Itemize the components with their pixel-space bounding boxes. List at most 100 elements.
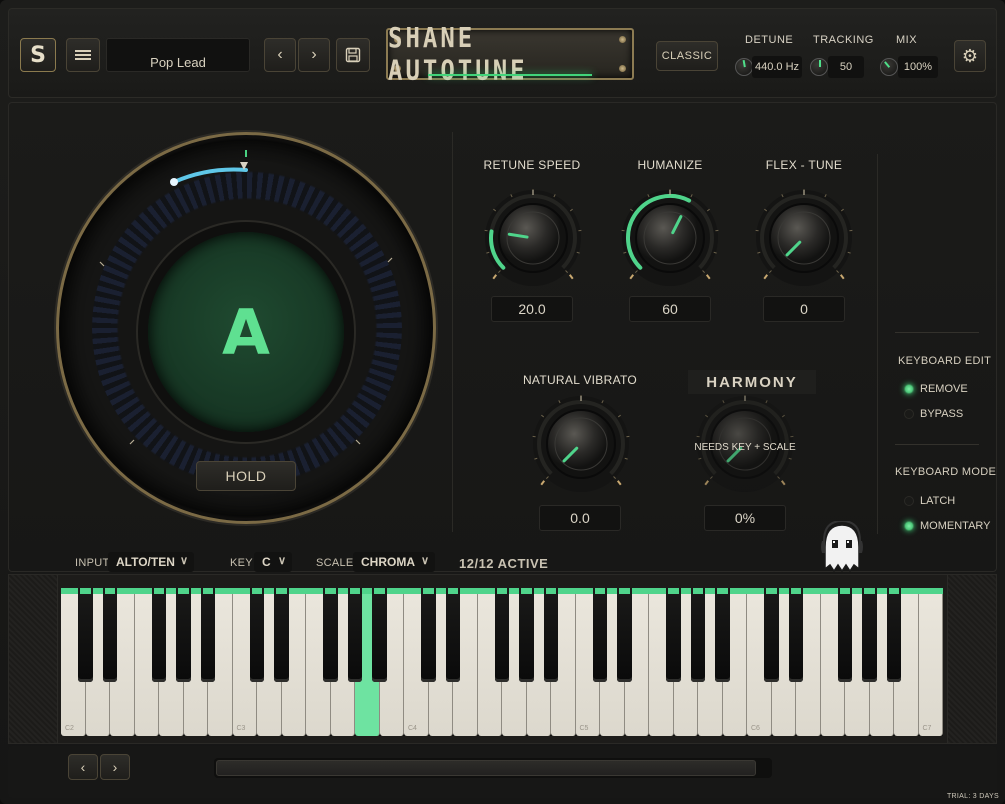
chevron-left-icon: ‹	[277, 46, 283, 63]
piano-black-key[interactable]	[543, 588, 559, 682]
radio-bypass[interactable]	[904, 409, 914, 419]
key-value: C	[262, 555, 271, 569]
mix-value[interactable]: 100%	[898, 56, 938, 78]
piano-black-key[interactable]	[445, 588, 461, 682]
scroll-right-button[interactable]: ›	[100, 754, 130, 780]
piano-white-key[interactable]: C7	[918, 594, 943, 736]
side-divider	[895, 444, 979, 445]
piano-black-key[interactable]	[421, 588, 436, 682]
piano-black-key[interactable]	[102, 588, 118, 682]
scale-label: SCALE	[316, 557, 354, 569]
detune-knob[interactable]	[735, 58, 753, 76]
piano-black-key[interactable]	[323, 588, 338, 682]
keyboard-edit-title: KEYBOARD EDIT	[898, 355, 992, 367]
flex-tune-label: FLEX - TUNE	[765, 158, 843, 172]
retune-speed-knob[interactable]	[478, 188, 588, 288]
trial-notice: TRIAL: 3 DAYS	[946, 793, 999, 800]
piano-black-key[interactable]	[347, 588, 363, 682]
input-value: ALTO/TEN	[116, 555, 175, 569]
piano-black-key[interactable]	[715, 588, 730, 682]
ghost-mascot-icon	[821, 521, 863, 573]
menu-button[interactable]	[66, 38, 100, 72]
product-title: SHANE AUTOTUNE	[388, 21, 528, 87]
piano-black-key[interactable]	[151, 588, 167, 682]
natural-vibrato-knob[interactable]	[526, 394, 636, 494]
mix-knob[interactable]	[880, 58, 898, 76]
tracking-knob[interactable]	[810, 58, 828, 76]
prev-preset-button[interactable]: ‹	[264, 38, 296, 72]
section-divider	[877, 154, 878, 534]
natural-vibrato-value[interactable]: 0.0	[539, 505, 621, 531]
piano-black-key[interactable]	[617, 588, 632, 682]
piano-black-key[interactable]	[764, 588, 779, 682]
active-note-indicator	[594, 588, 606, 594]
scrollbar-thumb[interactable]	[216, 760, 756, 776]
key-select[interactable]: C ∨	[254, 552, 292, 572]
active-note-indicator	[521, 588, 532, 594]
humanize-knob[interactable]	[615, 188, 725, 288]
piano-black-key[interactable]	[862, 588, 877, 682]
piano-black-key[interactable]	[78, 588, 93, 682]
active-note-indicator	[423, 588, 434, 594]
humanize-value[interactable]: 60	[629, 296, 711, 322]
radio-latch-label[interactable]: LATCH	[920, 495, 955, 507]
active-note-indicator	[251, 588, 263, 594]
piano-black-key[interactable]	[494, 588, 510, 682]
piano-black-key[interactable]	[176, 588, 191, 682]
keyboard-scrollbar[interactable]	[214, 758, 772, 778]
active-note-indicator	[104, 588, 116, 594]
hold-button[interactable]: HOLD	[196, 461, 296, 491]
harmony-value[interactable]: 0%	[704, 505, 786, 531]
radio-remove-label[interactable]: REMOVE	[920, 383, 968, 395]
active-note-indicator	[349, 588, 361, 594]
chevron-down-icon: ∨	[420, 555, 429, 567]
radio-bypass-label[interactable]: BYPASS	[920, 408, 963, 420]
classic-mode-button[interactable]: CLASSIC	[656, 41, 718, 71]
piano-black-key[interactable]	[837, 588, 853, 682]
radio-momentary[interactable]	[904, 521, 914, 531]
octave-label: C7	[922, 725, 932, 732]
retune-speed-value[interactable]: 20.0	[491, 296, 573, 322]
piano-black-key[interactable]	[592, 588, 608, 682]
piano-black-key[interactable]	[519, 588, 534, 682]
input-label: INPUT	[75, 557, 110, 569]
active-note-indicator	[839, 588, 851, 594]
active-note-indicator	[276, 588, 287, 594]
active-note-indicator	[202, 588, 214, 594]
radio-latch[interactable]	[904, 496, 914, 506]
radio-momentary-label[interactable]: MOMENTARY	[920, 520, 991, 532]
active-note-indicator	[80, 588, 91, 594]
section-divider	[452, 132, 453, 532]
active-note-indicator	[864, 588, 875, 594]
chevron-left-icon: ‹	[80, 759, 86, 775]
flex-tune-value[interactable]: 0	[763, 296, 845, 322]
piano-black-key[interactable]	[690, 588, 706, 682]
logo-button[interactable]: S	[20, 38, 56, 72]
input-select[interactable]: ALTO/TEN ∨	[108, 552, 194, 572]
piano-black-key[interactable]	[372, 588, 387, 682]
settings-button[interactable]: ⚙	[954, 40, 986, 72]
detune-value[interactable]: 440.0 Hz	[752, 56, 802, 78]
pitch-indicator	[170, 178, 178, 186]
flex-tune-knob[interactable]	[749, 188, 859, 288]
active-note-indicator	[447, 588, 459, 594]
next-preset-button[interactable]: ›	[298, 38, 330, 72]
active-note-indicator	[692, 588, 704, 594]
active-note-indicator	[766, 588, 777, 594]
piano-black-key[interactable]	[788, 588, 804, 682]
tracking-value[interactable]: 50	[828, 56, 864, 78]
preset-name: Pop Lead	[150, 54, 206, 70]
piano-black-key[interactable]	[274, 588, 289, 682]
active-note-indicator	[545, 588, 557, 594]
piano-black-key[interactable]	[249, 588, 265, 682]
piano-black-key[interactable]	[886, 588, 902, 682]
save-preset-button[interactable]	[336, 38, 370, 72]
piano-black-key[interactable]	[666, 588, 681, 682]
preset-name-display[interactable]: Pop Lead	[106, 38, 250, 72]
radio-remove[interactable]	[904, 384, 914, 394]
scale-select[interactable]: CHROMA ∨	[353, 552, 435, 572]
keyboard-side-panel-right	[947, 574, 997, 744]
scroll-left-button[interactable]: ‹	[68, 754, 98, 780]
piano-keyboard[interactable]: C2 C3 C4 C5 C6 C7	[61, 588, 943, 736]
piano-black-key[interactable]	[200, 588, 216, 682]
